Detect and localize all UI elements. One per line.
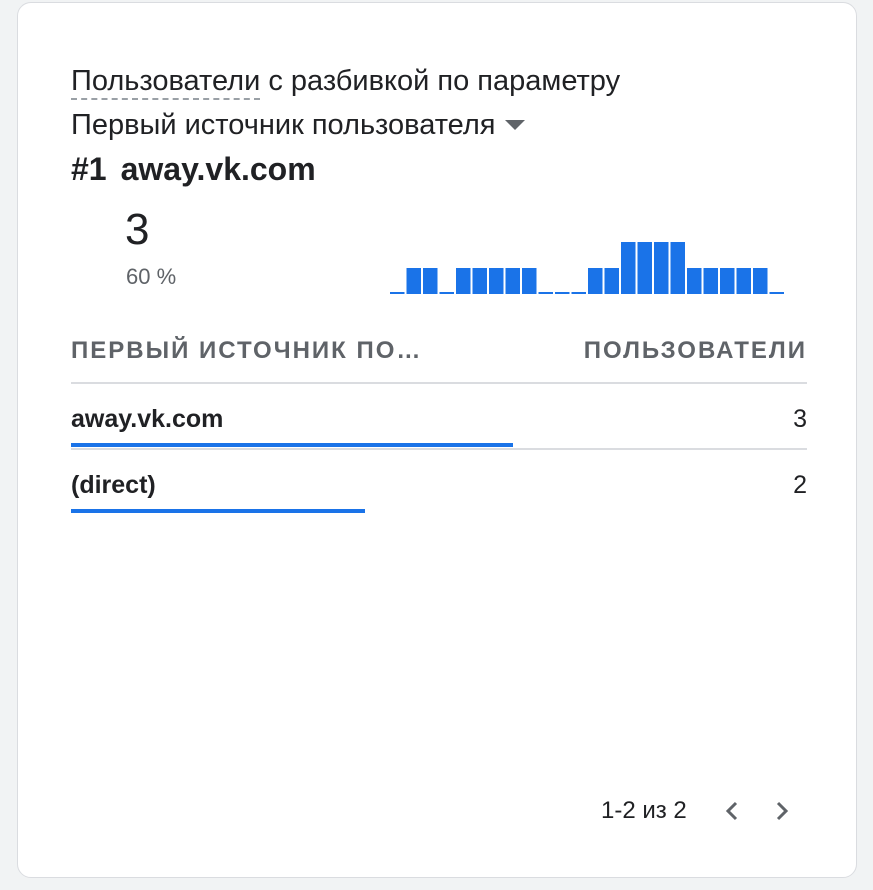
- sparkline-bar: [703, 268, 718, 294]
- card: Пользователи с разбивкой по параметру Пе…: [17, 2, 857, 878]
- table-row[interactable]: away.vk.com 3: [71, 401, 807, 461]
- row-divider: [71, 448, 807, 450]
- top-rank: #1: [71, 151, 107, 187]
- sparkline-bar: [753, 268, 768, 294]
- row-share-bar: [71, 509, 365, 513]
- sparkline-chart: [390, 242, 784, 294]
- table-row[interactable]: (direct) 2: [71, 467, 807, 527]
- chevron-left-icon[interactable]: [715, 793, 751, 829]
- column-header-dimension[interactable]: ПЕРВЫЙ ИСТОЧНИК ПО…: [71, 337, 422, 365]
- sparkline-bar: [456, 268, 471, 294]
- sparkline-bar: [654, 242, 669, 294]
- top-value: 3: [125, 205, 150, 254]
- row-value: 2: [793, 471, 807, 499]
- sparkline-bar: [687, 268, 702, 294]
- top-item: #1 away.vk.com: [71, 149, 316, 189]
- sparkline-bar: [571, 292, 586, 294]
- pagination: 1-2 из 2: [601, 791, 799, 831]
- sparkline-bar: [538, 292, 553, 294]
- sparkline-bar: [489, 268, 504, 294]
- sparkline-bar: [736, 268, 751, 294]
- sparkline-bar: [670, 242, 685, 294]
- dimension-selector[interactable]: Первый источник пользователя: [71, 105, 526, 145]
- column-header-metric[interactable]: ПОЛЬЗОВАТЕЛИ: [584, 337, 807, 365]
- chevron-right-icon[interactable]: [763, 793, 799, 829]
- sparkline-bar: [637, 242, 652, 294]
- sparkline-bar: [472, 268, 487, 294]
- sparkline-bar: [588, 268, 603, 294]
- top-name: away.vk.com: [120, 151, 316, 187]
- sparkline-bar: [505, 268, 520, 294]
- row-share-bar: [71, 443, 513, 447]
- sparkline-bar: [769, 292, 784, 294]
- sparkline-bar: [423, 268, 438, 294]
- sparkline-bar: [439, 292, 454, 294]
- header-divider: [71, 382, 807, 384]
- sparkline-bar: [522, 268, 537, 294]
- sparkline-bar: [720, 268, 735, 294]
- card-title: Пользователи с разбивкой по параметру: [71, 61, 620, 101]
- sparkline-bar: [390, 292, 405, 294]
- top-percent: 60 %: [126, 264, 177, 289]
- table-header: ПЕРВЫЙ ИСТОЧНИК ПО… ПОЛЬЗОВАТЕЛИ: [71, 337, 807, 371]
- sparkline-bar: [406, 268, 421, 294]
- dimension-label: Первый источник пользователя: [71, 109, 496, 141]
- row-name: away.vk.com: [71, 405, 224, 433]
- row-value: 3: [793, 405, 807, 433]
- sparkline-bar: [604, 268, 619, 294]
- pagination-range: 1-2 из 2: [601, 797, 687, 824]
- caret-down-icon: [505, 120, 526, 130]
- metric-label[interactable]: Пользователи: [71, 65, 261, 100]
- row-name: (direct): [71, 471, 156, 499]
- sparkline-bar: [621, 242, 636, 294]
- sparkline-bar: [555, 292, 570, 294]
- title-suffix: с разбивкой по параметру: [260, 65, 621, 97]
